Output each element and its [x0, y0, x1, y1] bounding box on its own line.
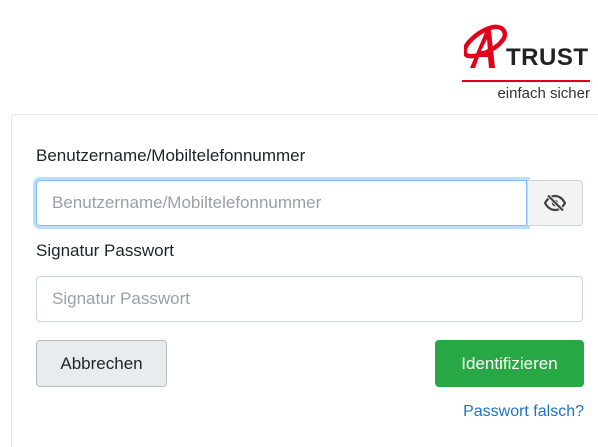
eye-slash-icon	[544, 194, 566, 212]
brand-tagline: einfach sicher	[497, 85, 590, 102]
username-label: Benutzername/Mobiltelefonnummer	[36, 146, 306, 165]
cancel-button[interactable]: Abbrechen	[36, 340, 167, 387]
toggle-visibility-button[interactable]	[528, 180, 583, 226]
brand-divider	[462, 80, 590, 82]
brand-name: TRUST	[506, 44, 589, 71]
password-input[interactable]	[36, 276, 583, 322]
password-label: Signatur Passwort	[36, 241, 174, 260]
identify-button[interactable]: Identifizieren	[435, 340, 584, 387]
username-input[interactable]	[36, 180, 527, 226]
a-trust-logo: TRUST einfach sicher	[460, 24, 590, 112]
forgot-password-link[interactable]: Passwort falsch?	[400, 403, 584, 421]
a-trust-logo-icon	[464, 24, 507, 68]
